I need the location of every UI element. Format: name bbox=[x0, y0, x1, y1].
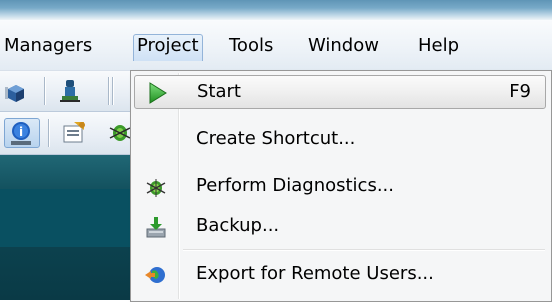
toolbar-row-1 bbox=[0, 71, 140, 112]
menu-help[interactable]: Help bbox=[416, 35, 461, 59]
menu-item-export-remote-users[interactable]: Export for Remote Users... bbox=[134, 258, 546, 292]
menu-window[interactable]: Window bbox=[306, 35, 381, 59]
menu-item-label: Perform Diagnostics... bbox=[196, 175, 394, 196]
project-dropdown-menu: Start F9 Create Shortcut... Perform Diag… bbox=[130, 70, 552, 302]
menu-item-label: Create Shortcut... bbox=[196, 128, 356, 149]
menu-item-start[interactable]: Start F9 bbox=[134, 75, 546, 109]
diagnostics-bug-icon bbox=[144, 175, 168, 199]
menu-item-backup[interactable]: Backup... bbox=[134, 210, 546, 244]
menu-project[interactable]: Project bbox=[133, 34, 203, 61]
menu-item-label: Export for Remote Users... bbox=[196, 263, 434, 284]
menu-item-shortcut: F9 bbox=[509, 81, 531, 102]
backup-download-icon bbox=[144, 215, 168, 239]
export-globe-icon bbox=[144, 263, 168, 287]
play-icon bbox=[145, 81, 169, 105]
toolbar-separator bbox=[112, 77, 114, 105]
menu-item-perform-diagnostics[interactable]: Perform Diagnostics... bbox=[134, 170, 546, 204]
toolbar-separator bbox=[44, 77, 46, 105]
properties-icon[interactable] bbox=[60, 118, 88, 146]
toolbar-row-2: i bbox=[0, 112, 140, 155]
menu-tools[interactable]: Tools bbox=[227, 35, 275, 59]
database-icon[interactable] bbox=[2, 77, 30, 105]
menu-bar: Managers Project Tools Window Help bbox=[0, 20, 552, 71]
info-icon[interactable]: i bbox=[4, 118, 40, 148]
menu-managers[interactable]: Managers bbox=[2, 35, 94, 59]
menu-separator bbox=[183, 249, 545, 251]
background-panel bbox=[0, 189, 130, 247]
menu-item-create-shortcut[interactable]: Create Shortcut... bbox=[134, 123, 546, 157]
svg-text:i: i bbox=[19, 125, 23, 139]
toolbar-separator bbox=[108, 77, 110, 105]
workspace-background bbox=[0, 155, 140, 300]
window-title-strip bbox=[0, 0, 552, 20]
toolbar-separator bbox=[48, 119, 50, 147]
user-icon[interactable] bbox=[56, 77, 84, 105]
menu-item-label: Backup... bbox=[196, 215, 280, 236]
menu-item-label: Start bbox=[197, 81, 241, 102]
